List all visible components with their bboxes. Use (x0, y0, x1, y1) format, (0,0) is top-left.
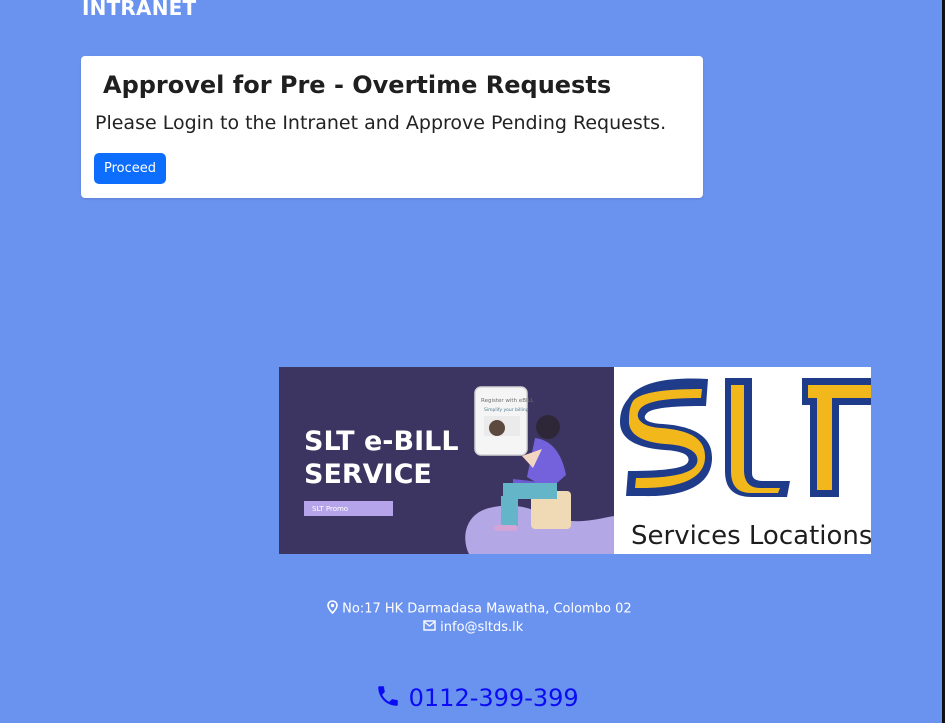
phone-number[interactable]: 0112-399-399 (409, 684, 579, 712)
person-shoe (494, 525, 518, 531)
ebill-title-line2: SERVICE (304, 459, 432, 490)
footer-address: No:17 HK Darmadasa Mawatha, Colombo 02 (327, 600, 632, 618)
person-shin (501, 496, 518, 530)
proceed-button[interactable]: Proceed (94, 153, 166, 184)
brand-title: INTRANET (82, 0, 197, 20)
person-head (536, 415, 560, 439)
promo-banner: SLT e-BILL SERVICE SLT Promo Register wi… (279, 367, 871, 554)
footer-email: info@sltds.lk (423, 620, 523, 635)
location-pin-icon (327, 600, 338, 618)
ebill-tag-text: SLT Promo (312, 505, 348, 513)
tablet-person (489, 420, 505, 436)
address-text: No:17 HK Darmadasa Mawatha, Colombo 02 (342, 601, 632, 617)
card-title: Approvel for Pre - Overtime Requests (103, 71, 612, 99)
tablet-text-2: Simplify your billing (484, 407, 529, 413)
email-link[interactable]: info@sltds.lk (440, 620, 523, 635)
banner-artwork: SLT e-BILL SERVICE SLT Promo Register wi… (279, 367, 871, 554)
logo-caption: Services Locations T (631, 521, 871, 551)
tablet-text-1: Register with eBILL (481, 398, 535, 404)
approval-card: Approvel for Pre - Overtime Requests Ple… (81, 56, 703, 198)
card-message: Please Login to the Intranet and Approve… (95, 112, 667, 134)
phone-icon (375, 683, 401, 715)
envelope-icon (423, 620, 436, 635)
footer-phone: 0112-399-399 (375, 683, 579, 715)
ebill-title-line1: SLT e-BILL (304, 426, 459, 457)
